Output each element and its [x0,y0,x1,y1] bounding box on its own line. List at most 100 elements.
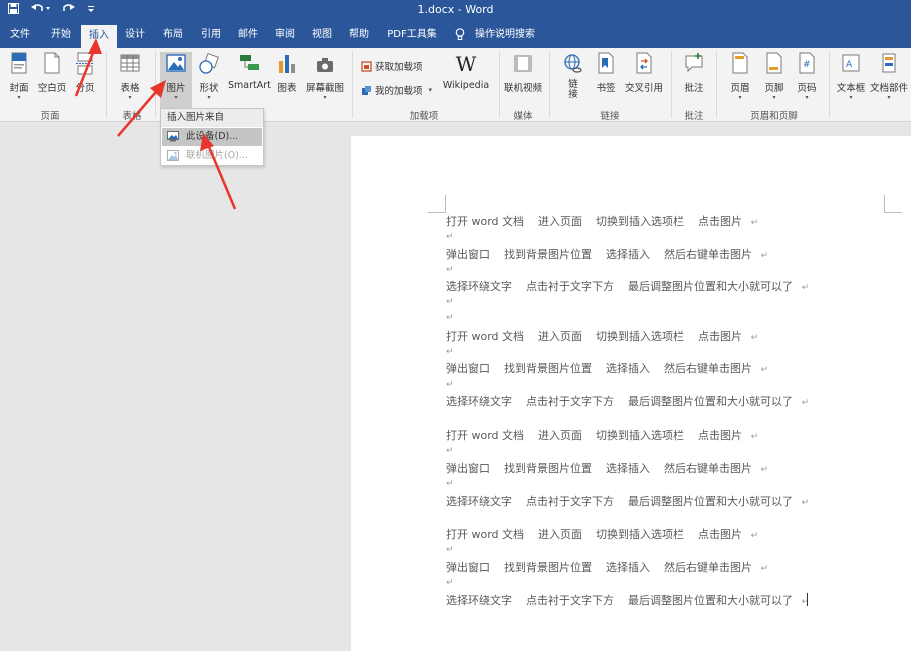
blank-page-button[interactable]: 空白页 [36,52,68,94]
page-number-button[interactable]: # 页码 ▾ [793,52,821,102]
document-paragraph[interactable]: 打开 word 文档 进入页面 切换到插入选项栏 点击图片 ↵ [446,328,758,344]
picture-icon [166,54,186,72]
paragraph-text: 弹出窗口 找到背景图片位置 选择插入 然后右键单击图片 [446,561,752,574]
bookmark-button[interactable]: 书签 [592,52,620,94]
my-addins-button[interactable]: 我的加载项 ▾ [361,83,432,97]
chart-icon [279,55,295,73]
paragraph-mark: ↵ [751,564,769,574]
document-paragraph[interactable]: 打开 word 文档 进入页面 切换到插入选项栏 点击图片 ↵ [446,526,758,542]
paragraph-mark: ↵ [446,446,454,456]
store-icon [361,60,372,72]
cover-page-icon [11,52,27,74]
cross-reference-icon [636,52,652,74]
group-separator [352,52,353,118]
group-separator [499,52,500,118]
paragraph-mark: ↵ [446,479,454,489]
paragraph-mark: ↵ [792,283,810,293]
tab-layout[interactable]: 布局 [155,22,191,48]
document-paragraph[interactable]: 打开 word 文档 进入页面 切换到插入选项栏 点击图片 ↵ [446,213,758,229]
textbox-button[interactable]: A 文本框 ▾ [835,52,867,102]
camera-icon [317,58,333,72]
tab-file[interactable]: 文件 [0,22,40,48]
paragraph-text: 弹出窗口 找到背景图片位置 选择插入 然后右键单击图片 [446,462,752,475]
tab-mailings[interactable]: 邮件 [230,22,266,48]
screenshot-button[interactable]: 屏幕截图 ▾ [303,52,347,102]
header-icon [732,52,748,74]
tab-help[interactable]: 帮助 [341,22,377,48]
header-button[interactable]: 页眉 ▾ [726,52,754,102]
paragraph-mark: ↵ [751,465,769,475]
chevron-down-icon: ▾ [738,94,742,101]
paragraph-mark: ↵ [446,265,454,275]
quick-parts-button[interactable]: 文档部件 ▾ [869,52,909,102]
cover-page-button[interactable]: 封面 ▾ [6,52,32,102]
ribbon-insert: 封面 ▾ 空白页 分页 页面 表格 ▾ 表格 图片 ▾ 形状 ▾ SmartAr… [0,48,911,122]
document-paragraph[interactable]: 选择环绕文字 点击衬于文字下方 最后调整图片位置和大小就可以了 ↵ [446,393,809,409]
tab-home[interactable]: 开始 [41,22,81,48]
document-paragraph[interactable]: 选择环绕文字 点击衬于文字下方 最后调整图片位置和大小就可以了 ↵ [446,592,809,608]
paragraph-mark: ↵ [446,297,454,307]
paragraph-text: 选择环绕文字 点击衬于文字下方 最后调整图片位置和大小就可以了 [446,395,793,408]
footer-button[interactable]: 页脚 ▾ [760,52,788,102]
document-paragraph[interactable]: 打开 word 文档 进入页面 切换到插入选项栏 点击图片 ↵ [446,427,758,443]
paragraph-text: 打开 word 文档 进入页面 切换到插入选项栏 点击图片 [446,330,742,343]
paragraph-mark: ↵ [446,313,454,323]
shapes-button[interactable]: 形状 ▾ [196,52,222,102]
tab-review[interactable]: 审阅 [267,22,303,48]
chevron-down-icon: ▾ [128,94,132,101]
tab-references[interactable]: 引用 [193,22,229,48]
online-pictures-item[interactable]: 联机图片(O)... [162,147,262,165]
tab-design[interactable]: 设计 [118,22,152,48]
tell-me-search[interactable]: 操作说明搜索 [473,22,537,48]
group-label-addins: 加载项 [409,111,439,122]
document-paragraph[interactable]: 弹出窗口 找到背景图片位置 选择插入 然后右键单击图片 ↵ [446,360,768,376]
svg-text:A: A [846,60,853,70]
group-separator [829,52,830,118]
paragraph-mark: ↵ [742,333,759,343]
group-separator [716,52,717,118]
comment-icon [685,53,703,73]
paragraph-mark: ↵ [446,347,454,357]
paragraph-mark: ↵ [751,251,769,261]
shapes-icon [199,52,219,74]
pictures-button[interactable]: 图片 ▾ [160,52,192,108]
video-icon [514,55,532,72]
chevron-down-icon: ▾ [323,94,327,101]
chart-button[interactable]: 图表 [274,52,300,94]
paragraph-text: 选择环绕文字 点击衬于文字下方 最后调整图片位置和大小就可以了 [446,280,793,293]
document-paragraph[interactable]: 选择环绕文字 点击衬于文字下方 最后调整图片位置和大小就可以了 ↵ [446,493,809,509]
insert-from-device-item[interactable]: 此设备(D)... [162,128,262,146]
tab-view[interactable]: 视图 [304,22,340,48]
group-separator [155,52,156,118]
group-separator [549,52,550,118]
insert-picture-dropdown: 插入图片来自 此设备(D)... 联机图片(O)... [160,108,264,166]
lightbulb-icon [455,28,465,40]
tab-insert[interactable]: 插入 [81,25,117,48]
document-paragraph[interactable]: 弹出窗口 找到背景图片位置 选择插入 然后右键单击图片 ↵ [446,246,768,262]
cross-reference-button[interactable]: 交叉引用 [623,52,665,94]
wikipedia-button[interactable]: W Wikipedia [438,52,494,91]
textbox-icon: A [842,54,860,72]
document-paragraph[interactable]: 弹出窗口 找到背景图片位置 选择插入 然后右键单击图片 ↵ [446,460,768,476]
paragraph-text: 弹出窗口 找到背景图片位置 选择插入 然后右键单击图片 [446,362,752,375]
table-button[interactable]: 表格 ▾ [114,52,146,102]
paragraph-text: 打开 word 文档 进入页面 切换到插入选项栏 点击图片 [446,215,742,228]
blank-page-icon [44,52,60,74]
addins-icon [362,85,371,95]
online-picture-icon [167,150,179,161]
quick-parts-icon [882,53,896,73]
get-addins-button[interactable]: 获取加载项 [361,59,423,73]
online-video-button[interactable]: 联机视频 [502,52,544,94]
group-label-pages: 页面 [40,111,60,122]
new-comment-button[interactable]: 批注 [680,52,708,94]
page-break-icon [76,52,94,75]
page-break-button[interactable]: 分页 [72,52,98,94]
document-paragraph[interactable]: 弹出窗口 找到背景图片位置 选择插入 然后右键单击图片 ↵ [446,559,768,575]
link-button[interactable]: 链接 [560,52,586,100]
tab-pdf-tools[interactable]: PDF工具集 [382,22,442,48]
smartart-button[interactable]: SmartArt [228,52,271,91]
paragraph-mark: ↵ [742,432,759,442]
document-paragraph[interactable]: 选择环绕文字 点击衬于文字下方 最后调整图片位置和大小就可以了 ↵ [446,278,809,294]
page-number-icon: # [799,52,815,74]
paragraph-mark: ↵ [446,578,454,588]
